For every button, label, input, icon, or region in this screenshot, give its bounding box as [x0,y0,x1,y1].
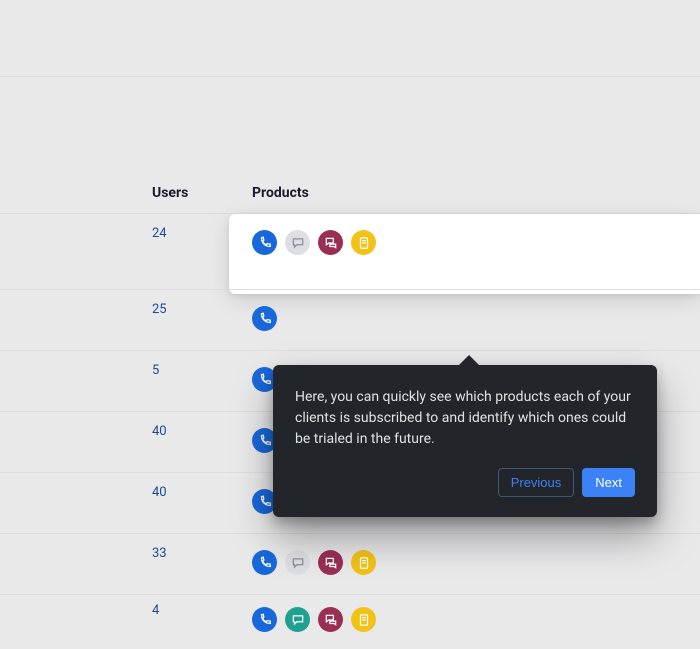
table-row: 24 [0,213,700,289]
table-row: 25 [0,289,700,350]
onboarding-tooltip: Here, you can quickly see which products… [273,365,657,517]
document-icon[interactable] [351,607,376,632]
products-cell [252,290,277,331]
users-count-link[interactable]: 40 [152,473,252,500]
table-row: 4 [0,594,700,644]
users-count-link[interactable]: 24 [152,214,252,241]
products-cell [252,534,376,575]
top-bar [0,0,700,77]
phone-icon[interactable] [252,230,277,255]
table-header: Users Products [0,185,700,213]
chat-icon[interactable] [318,607,343,632]
users-count-link[interactable]: 25 [152,290,252,317]
users-count-link[interactable]: 33 [152,534,252,561]
phone-icon[interactable] [252,306,277,331]
phone-icon[interactable] [252,607,277,632]
tooltip-text: Here, you can quickly see which products… [295,387,635,450]
products-cell [252,595,376,632]
users-count-link[interactable]: 4 [152,595,252,618]
table-row: 33 [0,533,700,594]
next-button[interactable]: Next [582,468,635,497]
chat-icon[interactable] [318,230,343,255]
users-count-link[interactable]: 5 [152,351,252,378]
speech-bubble-icon[interactable] [285,230,310,255]
users-count-link[interactable]: 40 [152,412,252,439]
tooltip-actions: Previous Next [295,468,635,497]
products-cell [252,214,376,255]
column-header-users: Users [152,185,252,201]
previous-button[interactable]: Previous [498,468,575,497]
speech-bubble-icon[interactable] [285,550,310,575]
speech-bubble-icon[interactable] [285,607,310,632]
clients-table: Users Products 24 25 5 40 40 [0,77,700,644]
chat-icon[interactable] [318,550,343,575]
document-icon[interactable] [351,550,376,575]
column-header-products: Products [252,185,452,201]
phone-icon[interactable] [252,550,277,575]
document-icon[interactable] [351,230,376,255]
